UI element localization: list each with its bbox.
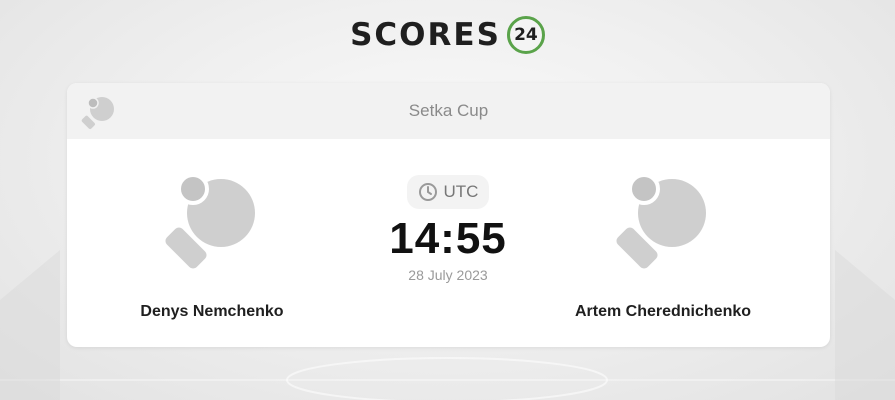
clock-icon [418, 183, 437, 201]
logo-badge: 24 [506, 16, 545, 54]
logo-wordmark: SCORES [350, 16, 501, 53]
home-team[interactable]: Denys Nemchenko [112, 169, 312, 321]
timezone-selector[interactable]: UTC [406, 175, 490, 209]
table-tennis-paddle-icon [165, 173, 255, 269]
league-name: Setka Cup [408, 101, 489, 120]
match-time: 14:55 [389, 214, 507, 263]
league-header[interactable]: Setka Cup [67, 83, 830, 139]
match-date: 28 July 2023 [408, 267, 488, 284]
away-team[interactable]: Artem Cherednichenko [563, 169, 763, 321]
match-card: Setka Cup Denys Nemchenko UTC 14:55 28 J… [67, 83, 830, 347]
scores24-logo[interactable]: SCORES 24 [0, 14, 895, 56]
home-team-name: Denys Nemchenko [140, 303, 284, 320]
table-tennis-paddle-icon [616, 173, 706, 269]
match-info: UTC 14:55 28 July 2023 [348, 175, 548, 283]
timezone-label: UTC [443, 182, 479, 201]
table-tennis-icon [81, 97, 114, 129]
away-team-name: Artem Cherednichenko [574, 303, 752, 320]
